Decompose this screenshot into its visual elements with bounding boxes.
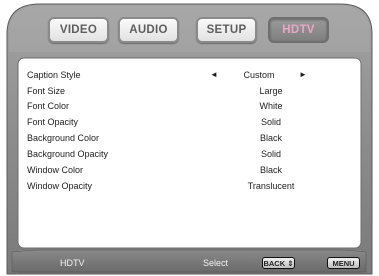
setting-value: Translucent: [247, 181, 295, 191]
back-button[interactable]: BACK ⇕: [262, 257, 295, 269]
setting-row-font-opacity[interactable]: Font Opacity Solid: [27, 117, 317, 130]
setting-value: Solid: [260, 149, 281, 159]
setting-row-window-opacity[interactable]: Window Opacity Translucent: [27, 181, 317, 194]
setting-row-font-size[interactable]: Font Size Large: [27, 86, 317, 99]
setting-label: Font Opacity: [27, 117, 79, 127]
setting-row-background-opacity[interactable]: Background Opacity Solid: [27, 149, 317, 162]
setting-label: Background Color: [27, 133, 100, 143]
hdtv-menu-screen: VIDEO AUDIO SETUP HDTV Caption Style ◄ C…: [0, 0, 379, 276]
setting-value: Custom: [243, 70, 275, 80]
tab-audio[interactable]: AUDIO: [118, 17, 179, 43]
arrow-left-icon[interactable]: ◄: [210, 70, 218, 79]
setting-label: Font Color: [27, 101, 70, 111]
setting-value: Large: [259, 86, 283, 96]
setting-label: Caption Style: [27, 70, 81, 80]
setting-label: Font Size: [27, 86, 66, 96]
tab-video-label: VIDEO: [59, 24, 98, 36]
setting-row-caption-style[interactable]: Caption Style ◄ Custom ►: [27, 70, 317, 83]
arrow-right-icon[interactable]: ►: [299, 70, 307, 79]
setting-row-font-color[interactable]: Font Color White: [27, 101, 317, 114]
setting-row-background-color[interactable]: Background Color Black: [27, 133, 317, 146]
tab-hdtv[interactable]: HDTV: [268, 17, 329, 43]
tab-audio-label: AUDIO: [129, 24, 168, 36]
setting-label: Window Color: [27, 165, 84, 175]
setting-value: Solid: [260, 117, 281, 127]
setting-value: Black: [259, 133, 282, 143]
setting-value: Black: [259, 165, 282, 175]
menu-button-label: MENU: [332, 258, 355, 268]
setting-value: White: [259, 101, 283, 111]
tab-video[interactable]: VIDEO: [48, 17, 109, 43]
tab-setup[interactable]: SETUP: [196, 17, 257, 43]
setting-row-window-color[interactable]: Window Color Black: [27, 165, 317, 178]
status-hint: Select: [203, 258, 229, 268]
setting-label: Window Opacity: [27, 181, 93, 191]
tab-setup-label: SETUP: [206, 24, 247, 36]
tab-hdtv-label: HDTV: [282, 24, 315, 36]
status-title: HDTV: [60, 258, 85, 268]
setting-label: Background Opacity: [27, 149, 109, 159]
back-button-label: BACK ⇕: [263, 258, 294, 268]
menu-button[interactable]: MENU: [327, 257, 360, 269]
